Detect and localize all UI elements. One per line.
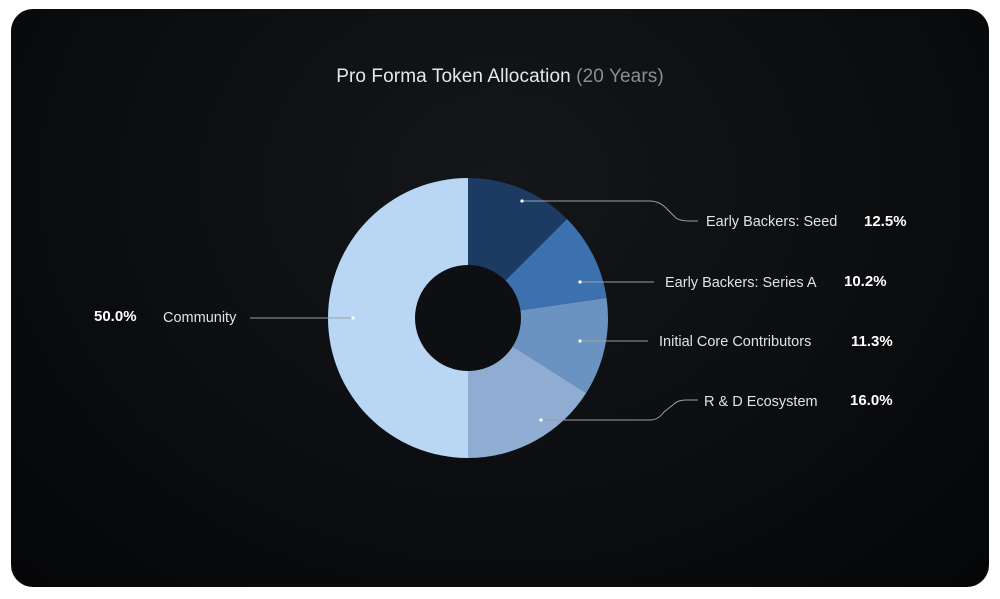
leader-dot-early-backers-seed xyxy=(520,199,524,203)
leader-dot-initial-core-contributors xyxy=(578,339,582,343)
donut-hole xyxy=(415,265,521,371)
slice-label-early-backers-seed: Early Backers: Seed xyxy=(706,214,837,230)
slice-value-r-and-d-ecosystem: 16.0% xyxy=(850,392,893,409)
leader-dot-community xyxy=(351,316,355,320)
slice-value-initial-core-contributors: 11.3% xyxy=(851,333,893,350)
slice-label-r-and-d-ecosystem: R & D Ecosystem xyxy=(704,394,818,410)
slice-value-early-backers-series-a: 10.2% xyxy=(844,273,887,290)
slice-value-community: 50.0% xyxy=(94,308,137,325)
leader-dot-r-and-d-ecosystem xyxy=(539,418,543,422)
donut-chart: Early Backers: Seed 12.5% Early Backers:… xyxy=(94,178,907,458)
slice-label-initial-core-contributors: Initial Core Contributors xyxy=(659,334,811,350)
leader-dot-early-backers-series-a xyxy=(578,280,582,284)
slice-value-early-backers-seed: 12.5% xyxy=(864,213,907,230)
slice-label-community: Community xyxy=(163,310,237,326)
slice-label-early-backers-series-a: Early Backers: Series A xyxy=(665,275,817,291)
